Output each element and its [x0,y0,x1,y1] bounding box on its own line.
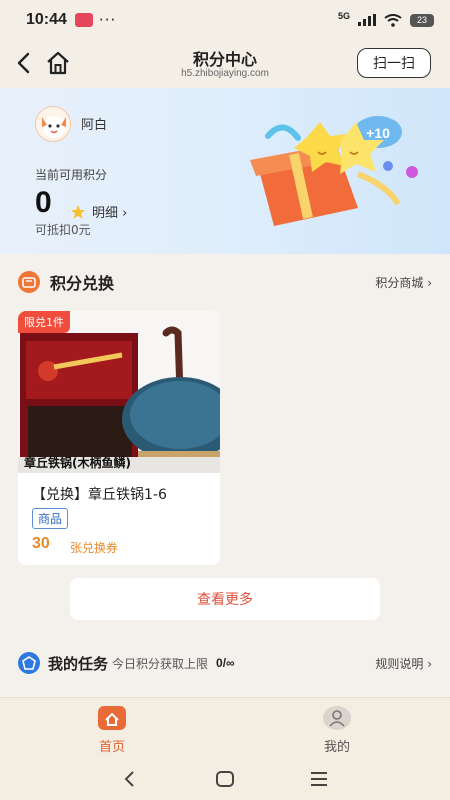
points-card: 阿白 当前可用积分 0 明细 › 可抵扣0元 +10 [0,88,450,254]
tasks-subtitle: 今日积分获取上限 [112,656,209,671]
tasks-icon [18,652,40,674]
product-name: 【兑换】章丘铁锅1-6 [32,487,167,503]
exchange-title: 积分兑换 [50,274,115,293]
deduct-text: 可抵扣0元 [35,223,91,237]
product-price: 30 [32,535,50,552]
nav-back-icon[interactable] [118,769,142,789]
app-notification-icon [74,13,93,27]
system-nav-bar [0,759,450,800]
username: 阿白 [81,118,108,133]
status-bar: 10:44 ··· 5G 23 [0,0,450,40]
points-detail-link[interactable]: 明细 › [70,202,127,221]
limit-badge: 限兑1件 [18,311,70,333]
signal-icon [358,14,376,26]
product-price-unit: 张兑换券 [70,541,119,555]
tasks-title: 我的任务 [48,654,109,673]
star-icon [71,204,85,219]
nav-home-icon[interactable] [213,769,237,789]
wifi-icon [384,13,402,27]
see-more-button[interactable]: 查看更多 [70,578,380,620]
gift-box-illustration: +10 [250,116,418,226]
bottom-tab-bar: 首页 我的 [0,697,450,759]
avatar[interactable] [35,106,71,142]
gift-badge: +10 [366,125,390,141]
tasks-section-header: 我的任务 今日积分获取上限 0/∞ 规则说明 › [18,650,432,676]
user-icon [323,706,351,730]
tasks-count: 0/∞ [216,656,235,670]
page-header: 积分中心 h5.zhibojiaying.com 扫一扫 [0,40,450,88]
wok-product-image [18,326,220,473]
rules-link[interactable]: 规则说明 › [375,655,432,672]
tab-home[interactable]: 首页 [72,706,152,755]
exchange-icon [18,271,40,293]
nav-menu-icon[interactable] [307,769,331,789]
product-image: 限兑1件 章丘铁锅(木柄鱼鳞) [18,311,220,473]
product-image-caption: 章丘铁锅(木柄鱼鳞) [24,456,131,470]
tab-mine-label: 我的 [323,740,350,755]
tab-home-label: 首页 [98,740,125,755]
tab-mine[interactable]: 我的 [297,706,377,755]
network-type: 5G [337,11,350,21]
detail-label: 明细 › [92,206,128,221]
product-tag: 商品 [32,508,69,529]
product-card[interactable]: 限兑1件 章丘铁锅(木柄鱼鳞) 【兑换】章丘铁锅1-6 商品 30 张兑换券 [18,311,220,565]
scan-button[interactable]: 扫一扫 [357,48,431,78]
points-mall-link[interactable]: 积分商城 › [375,274,432,291]
status-time: 10:44 [26,11,67,28]
exchange-section-header: 积分兑换 积分商城 › [18,268,432,296]
points-label: 当前可用积分 [35,168,108,182]
more-notifications: ··· [98,11,117,29]
home-tab-icon [98,706,126,730]
points-value: 0 [35,186,52,219]
battery-icon: 23 [410,13,434,27]
status-right: 5G 23 [337,11,434,27]
